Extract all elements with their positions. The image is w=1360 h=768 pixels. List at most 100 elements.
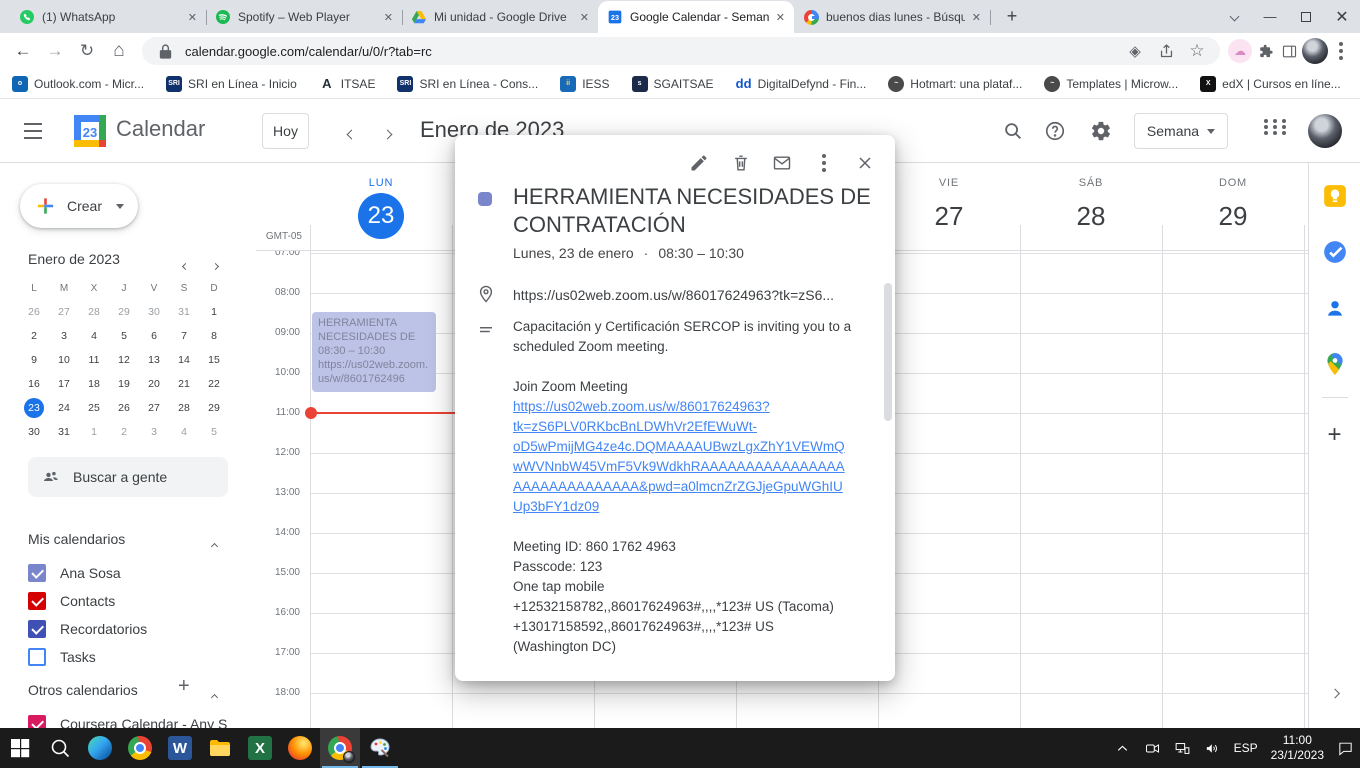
taskbar-start-icon[interactable] (0, 728, 40, 768)
bookmark-item[interactable]: iiIESS (560, 76, 609, 92)
taskbar-firefox-icon[interactable] (280, 728, 320, 768)
minical-day[interactable]: 16 (19, 372, 49, 396)
create-button[interactable]: Crear (20, 184, 138, 228)
privacy-icon[interactable]: ◈ (1124, 40, 1146, 62)
reload-icon[interactable]: ↻ (72, 36, 102, 66)
calendar-list-item[interactable]: Recordatorios (0, 615, 256, 643)
settings-gear-icon[interactable] (1089, 119, 1113, 143)
tab-close-icon[interactable]: ✕ (384, 11, 393, 24)
minical-day[interactable]: 24 (49, 396, 79, 420)
browser-tab[interactable]: buenos dias lunes - Búsqued✕ (794, 1, 990, 33)
minical-day[interactable]: 30 (19, 420, 49, 444)
calendar-list-item[interactable]: Ana Sosa (0, 559, 256, 587)
zoom-link-line[interactable]: tk=zS6PLV0RKbcBnLDWhVr2EfEWuWt- (513, 417, 867, 437)
day-header[interactable]: DOM29 (1162, 177, 1304, 239)
minical-day[interactable]: 1 (79, 420, 109, 444)
delete-event-icon[interactable] (725, 147, 757, 179)
browser-profile-avatar[interactable] (1302, 38, 1328, 64)
minical-day[interactable]: 30 (139, 300, 169, 324)
browser-tab[interactable]: (1) WhatsApp✕ (10, 1, 206, 33)
browser-tab[interactable]: 23Google Calendar - Semana d✕ (598, 1, 794, 33)
zoom-link-line[interactable]: AAAAAAAAAAAAAA&pwd=a0lmcnZrZGJjeGpuWGhIU (513, 477, 867, 497)
close-button[interactable]: ✕ (1324, 0, 1360, 33)
google-apps-icon[interactable] (1264, 119, 1289, 135)
clock[interactable]: 11:00 23/1/2023 (1271, 733, 1324, 763)
minical-day[interactable]: 29 (109, 300, 139, 324)
forward-icon[interactable]: → (40, 36, 70, 66)
close-popup-icon[interactable] (849, 147, 881, 179)
network-icon[interactable] (1174, 740, 1191, 757)
taskbar-chrome-icon[interactable] (120, 728, 160, 768)
minical-day[interactable]: 13 (139, 348, 169, 372)
minical-day[interactable]: 9 (19, 348, 49, 372)
home-icon[interactable]: ⌂ (104, 36, 134, 66)
bookmark-item[interactable]: SRISRI en Línea - Inicio (166, 76, 297, 92)
tab-search-chevron-icon[interactable] (1216, 0, 1252, 33)
minical-day[interactable]: 3 (49, 324, 79, 348)
minical-day[interactable]: 2 (109, 420, 139, 444)
popup-scrollbar[interactable] (884, 283, 892, 421)
zoom-link-line[interactable]: wWVNnbW45VmF5Vk9WdkhRAAAAAAAAAAAAAAAA (513, 457, 867, 477)
taskbar-edge-icon[interactable] (80, 728, 120, 768)
bookmark-star-icon[interactable]: ☆ (1186, 40, 1208, 62)
address-bar[interactable]: calendar.google.com/calendar/u/0/r?tab=r… (142, 37, 1220, 65)
day-header[interactable]: SÁB28 (1020, 177, 1162, 239)
keep-icon[interactable] (1322, 183, 1348, 209)
view-selector[interactable]: Semana (1134, 113, 1228, 149)
tab-close-icon[interactable]: ✕ (972, 11, 981, 24)
minical-day[interactable]: 3 (139, 420, 169, 444)
help-icon[interactable] (1043, 119, 1067, 143)
minical-day[interactable]: 20 (139, 372, 169, 396)
minical-day[interactable]: 5 (109, 324, 139, 348)
tab-close-icon[interactable]: ✕ (776, 11, 785, 24)
share-icon[interactable] (1155, 40, 1177, 62)
minical-day[interactable]: 6 (139, 324, 169, 348)
bookmark-item[interactable]: SRISRI en Línea - Cons... (397, 76, 538, 92)
minical-day[interactable]: 23 (19, 396, 49, 420)
account-avatar[interactable] (1308, 114, 1342, 148)
main-menu-icon[interactable] (24, 123, 42, 139)
minical-day[interactable]: 31 (49, 420, 79, 444)
bookmark-item[interactable]: ~Templates | Microw... (1044, 76, 1178, 92)
minical-day[interactable]: 26 (19, 300, 49, 324)
language-indicator[interactable]: ESP (1234, 741, 1258, 755)
tray-chevron-up-icon[interactable] (1114, 740, 1131, 757)
calendar-checkbox[interactable] (28, 715, 46, 728)
minical-day[interactable]: 4 (169, 420, 199, 444)
email-guests-icon[interactable] (766, 147, 798, 179)
side-panel-icon[interactable] (1278, 40, 1300, 62)
bookmark-item[interactable]: ~Hotmart: una plataf... (888, 76, 1022, 92)
calendar-checkbox[interactable] (28, 564, 46, 582)
zoom-link-line[interactable]: oD5wPmijMG4ze4c.DQMAAAAUBwzLgxZhY1VEWmQ (513, 437, 867, 457)
meet-now-icon[interactable] (1144, 740, 1161, 757)
my-calendars-collapse-icon[interactable] (212, 536, 217, 554)
contacts-icon[interactable] (1322, 295, 1348, 321)
event-location[interactable]: https://us02web.zoom.us/w/86017624963?tk… (513, 287, 875, 303)
edit-event-icon[interactable] (683, 147, 715, 179)
tab-close-icon[interactable]: ✕ (580, 11, 589, 24)
minical-prev-icon[interactable] (183, 256, 188, 274)
minical-day[interactable]: 28 (79, 300, 109, 324)
minical-day[interactable]: 26 (109, 396, 139, 420)
minical-day[interactable]: 2 (19, 324, 49, 348)
zoom-link-line[interactable]: https://us02web.zoom.us/w/86017624963? (513, 397, 867, 417)
minical-day[interactable]: 7 (169, 324, 199, 348)
minical-day[interactable]: 4 (79, 324, 109, 348)
new-tab-button[interactable]: + (998, 2, 1026, 30)
minical-next-icon[interactable] (213, 256, 218, 274)
calendar-checkbox[interactable] (28, 592, 46, 610)
browser-tab[interactable]: Mi unidad - Google Drive✕ (402, 1, 598, 33)
browser-tab[interactable]: Spotify – Web Player✕ (206, 1, 402, 33)
back-icon[interactable]: ← (8, 36, 38, 66)
popup-options-kebab-icon[interactable] (808, 147, 840, 179)
taskbar-excel-icon[interactable]: X (240, 728, 280, 768)
calendar-checkbox[interactable] (28, 620, 46, 638)
minical-day[interactable]: 18 (79, 372, 109, 396)
day-header[interactable]: VIE27 (878, 177, 1020, 239)
today-button[interactable]: Hoy (262, 113, 309, 149)
bookmark-item[interactable]: ddDigitalDefynd - Fin... (736, 76, 867, 92)
taskbar-paint-icon[interactable] (360, 728, 400, 768)
minical-day[interactable]: 25 (79, 396, 109, 420)
calendar-checkbox[interactable] (28, 648, 46, 666)
calendar-list-item[interactable]: Tasks (0, 643, 256, 671)
